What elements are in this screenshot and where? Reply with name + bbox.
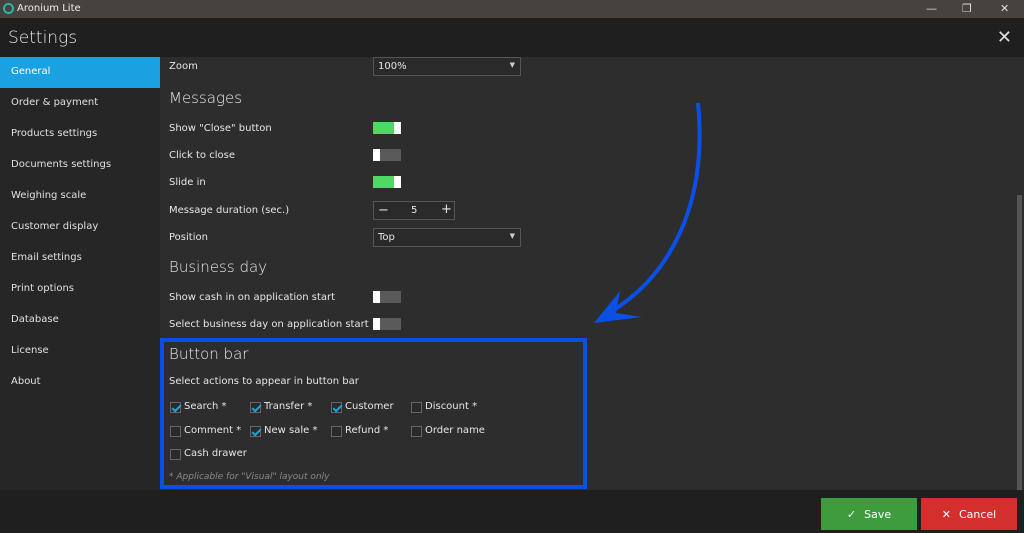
minus-icon[interactable]: − (378, 203, 389, 218)
restore-icon[interactable]: ❐ (962, 2, 972, 15)
sidebar-item[interactable]: Email settings (0, 243, 160, 274)
sidebar-item[interactable]: About (0, 367, 160, 398)
scrollbar[interactable] (1017, 195, 1022, 490)
save-button[interactable]: ✓ Save (821, 498, 917, 530)
chevron-down-icon: ▼ (509, 232, 515, 240)
header: Settings ✕ (0, 18, 1024, 57)
sidebar-item[interactable]: Print options (0, 274, 160, 305)
sidebar-item[interactable]: Documents settings (0, 150, 160, 181)
cancel-button[interactable]: ✕ Cancel (921, 498, 1017, 530)
action-checkbox[interactable] (170, 449, 181, 460)
show-close-label: Show "Close" button (169, 123, 272, 134)
action-checkbox[interactable] (411, 402, 422, 413)
footer: ✓ Save ✕ Cancel (0, 490, 1024, 533)
duration-stepper[interactable]: − 5 + (373, 201, 455, 220)
action-checkbox[interactable] (331, 402, 342, 413)
sidebar: General Order & payment Products settings D… (0, 57, 160, 490)
select-day-toggle[interactable] (373, 318, 401, 330)
action-label[interactable]: Customer (345, 401, 394, 412)
action-checkbox[interactable] (250, 402, 261, 413)
action-checkbox[interactable] (250, 426, 261, 437)
slide-in-label: Slide in (169, 177, 206, 188)
duration-value[interactable]: 5 (411, 205, 417, 216)
action-checkbox[interactable] (411, 426, 422, 437)
click-to-close-toggle[interactable] (373, 149, 401, 161)
note-text: * Applicable for "Visual" layout only (169, 472, 330, 482)
sidebar-item[interactable]: Order & payment (0, 88, 160, 119)
minimize-icon[interactable]: — (926, 2, 937, 15)
sidebar-item[interactable]: General (0, 57, 160, 88)
app-logo-icon (3, 3, 14, 14)
button-bar-heading: Button bar (169, 345, 249, 363)
action-label[interactable]: Cash drawer (184, 448, 247, 459)
close-settings-icon[interactable]: ✕ (997, 27, 1012, 48)
action-label[interactable]: Discount * (425, 401, 477, 412)
zoom-value: 100% (378, 61, 407, 72)
zoom-label: Zoom (169, 61, 198, 72)
action-label[interactable]: New sale * (264, 425, 317, 436)
plus-icon[interactable]: + (441, 202, 452, 217)
sidebar-item[interactable]: Weighing scale (0, 181, 160, 212)
select-day-label: Select business day on application start (169, 319, 369, 330)
zoom-dropdown[interactable]: 100% ▼ (373, 57, 521, 76)
action-label[interactable]: Search * (184, 401, 227, 412)
check-icon: ✓ (846, 507, 857, 521)
page-title: Settings (8, 28, 78, 48)
annotation-arrow (594, 102, 702, 323)
position-value: Top (378, 232, 395, 243)
window-close-icon[interactable]: ✕ (1000, 2, 1009, 15)
action-checkbox[interactable] (170, 402, 181, 413)
slide-in-toggle[interactable] (373, 176, 401, 188)
sidebar-item[interactable]: Products settings (0, 119, 160, 150)
sidebar-item[interactable]: Customer display (0, 212, 160, 243)
action-label[interactable]: Order name (425, 425, 485, 436)
button-bar-subtitle: Select actions to appear in button bar (169, 376, 359, 387)
position-label: Position (169, 232, 208, 243)
title-bar: Aronium Lite — ❐ ✕ (0, 0, 1024, 18)
action-label[interactable]: Transfer * (264, 401, 312, 412)
show-cash-toggle[interactable] (373, 291, 401, 303)
action-checkbox[interactable] (331, 426, 342, 437)
app-title: Aronium Lite (17, 3, 81, 14)
action-label[interactable]: Refund * (345, 425, 388, 436)
sidebar-item[interactable]: License (0, 336, 160, 367)
business-day-heading: Business day (169, 258, 268, 276)
chevron-down-icon: ▼ (509, 61, 515, 69)
click-to-close-label: Click to close (169, 150, 235, 161)
action-checkbox[interactable] (170, 426, 181, 437)
show-close-toggle[interactable] (373, 122, 401, 134)
close-icon: ✕ (941, 507, 951, 521)
action-label[interactable]: Comment * (184, 425, 241, 436)
messages-heading: Messages (169, 89, 243, 107)
show-cash-label: Show cash in on application start (169, 292, 336, 303)
position-dropdown[interactable]: Top ▼ (373, 228, 521, 247)
sidebar-item[interactable]: Database (0, 305, 160, 336)
duration-label: Message duration (sec.) (169, 205, 290, 216)
